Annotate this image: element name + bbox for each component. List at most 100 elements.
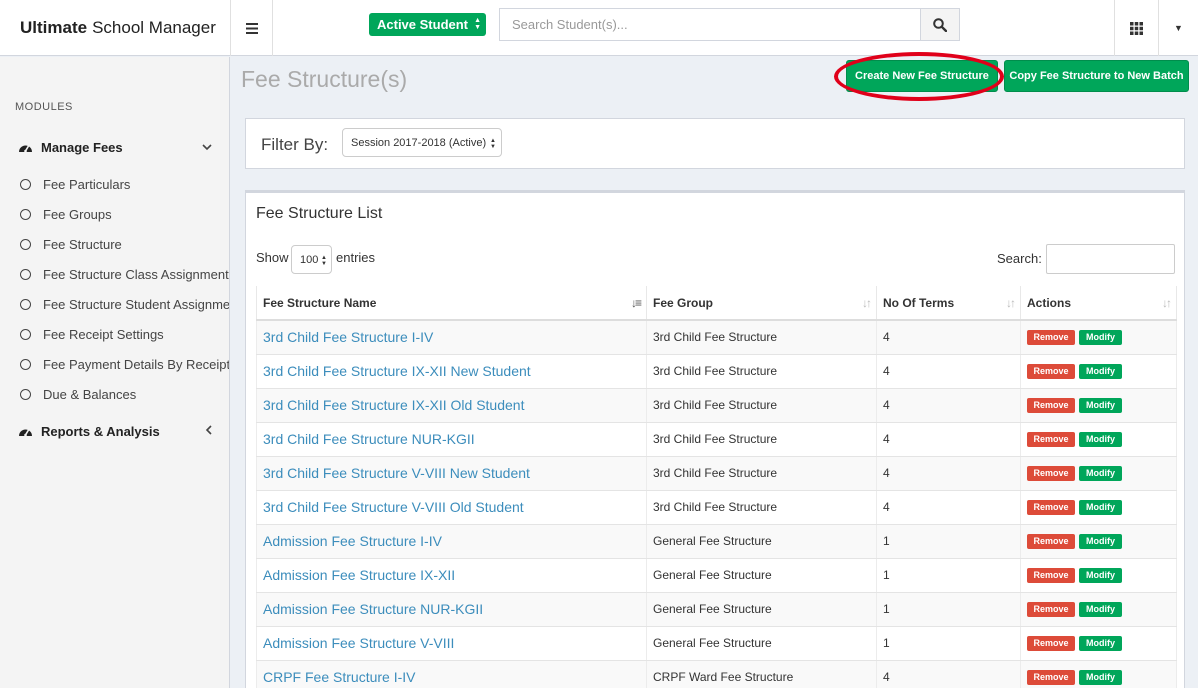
fee-structure-name-link[interactable]: 3rd Child Fee Structure V-VIII New Stude… (263, 465, 530, 481)
no-of-terms-cell: 1 (876, 524, 1021, 559)
modify-button[interactable]: Modify (1079, 465, 1122, 481)
sidebar-item-fee-particulars[interactable]: Fee Particulars (0, 169, 229, 199)
fee-group-cell: 3rd Child Fee Structure (646, 388, 877, 423)
no-of-terms-cell: 1 (876, 558, 1021, 593)
sidebar-item-label: Fee Receipt Settings (43, 326, 164, 342)
sidebar-item-manage-fees[interactable]: Manage Fees (0, 132, 229, 162)
student-search-input[interactable]: Search Student(s)... (499, 8, 921, 41)
fee-structure-name-cell: 3rd Child Fee Structure V-VIII Old Stude… (256, 490, 647, 525)
sidebar-item-fee-structure-class-assignment[interactable]: Fee Structure Class Assignment (0, 259, 229, 289)
fee-structure-name-link[interactable]: 3rd Child Fee Structure NUR-KGII (263, 431, 475, 447)
fee-structure-name-link[interactable]: 3rd Child Fee Structure I-IV (263, 329, 433, 345)
remove-button[interactable]: Remove (1027, 601, 1075, 617)
show-label: Show (256, 250, 289, 265)
copy-fee-structure-button[interactable]: Copy Fee Structure to New Batch (1004, 60, 1189, 92)
fee-structure-name-cell: CRPF Fee Structure I-IV (256, 660, 647, 688)
filter-label: Filter By: (261, 135, 329, 154)
remove-button[interactable]: Remove (1027, 567, 1075, 583)
fee-structure-name-link[interactable]: Admission Fee Structure NUR-KGII (263, 601, 483, 617)
actions-cell: Remove Modify (1020, 592, 1177, 627)
table-search-input[interactable] (1046, 244, 1175, 274)
entries-per-page-select[interactable]: 100 ▲ ▼ (291, 245, 332, 274)
sidebar-item-fee-payment-details[interactable]: Fee Payment Details By Receipt No (0, 349, 230, 379)
list-title: Fee Structure List (256, 205, 383, 222)
circle-icon (20, 388, 31, 400)
remove-button[interactable]: Remove (1027, 533, 1075, 549)
remove-button[interactable]: Remove (1027, 363, 1075, 379)
fee-structure-name-link[interactable]: 3rd Child Fee Structure IX-XII New Stude… (263, 363, 531, 379)
sort-ascending-icon: ↓≡ (630, 296, 642, 310)
table-row: 3rd Child Fee Structure IX-XII New Stude… (256, 354, 1177, 389)
actions-cell: Remove Modify (1020, 524, 1177, 559)
remove-button[interactable]: Remove (1027, 669, 1075, 685)
sort-icon: ↓↑ (862, 296, 872, 310)
brand-bold: Ultimate (20, 18, 88, 37)
fee-structure-name-link[interactable]: 3rd Child Fee Structure V-VIII Old Stude… (263, 499, 524, 515)
circle-icon (20, 358, 31, 370)
modify-button[interactable]: Modify (1079, 533, 1122, 549)
user-menu-dropdown[interactable]: ▼ (1159, 0, 1198, 56)
sidebar-item-label: Fee Groups (43, 206, 112, 222)
hamburger-icon (245, 22, 258, 34)
remove-button[interactable]: Remove (1027, 431, 1075, 447)
caret-down-icon: ▼ (1174, 23, 1183, 33)
circle-icon (20, 208, 31, 220)
sidebar-item-label: Fee Payment Details By Receipt No (43, 356, 230, 372)
actions-cell: Remove Modify (1020, 320, 1177, 355)
modify-button[interactable]: Modify (1079, 397, 1122, 413)
create-new-fee-structure-button[interactable]: Create New Fee Structure (846, 60, 998, 92)
modify-button[interactable]: Modify (1079, 635, 1122, 651)
fee-structure-name-link[interactable]: CRPF Fee Structure I-IV (263, 669, 415, 685)
fee-group-cell: 3rd Child Fee Structure (646, 422, 877, 457)
remove-button[interactable]: Remove (1027, 397, 1075, 413)
brand-rest: School Manager (92, 18, 216, 37)
fee-structure-name-link[interactable]: Admission Fee Structure I-IV (263, 533, 442, 549)
fee-structure-table: Fee Structure Name ↓≡ Fee Group ↓↑ No Of… (256, 286, 1177, 688)
no-of-terms-cell: 4 (876, 422, 1021, 457)
actions-cell: Remove Modify (1020, 422, 1177, 457)
app-logo[interactable]: Ultimate School Manager (0, 0, 230, 56)
student-status-select[interactable]: Active Student ▲ ▼ (369, 13, 486, 36)
remove-button[interactable]: Remove (1027, 465, 1075, 481)
table-row: Admission Fee Structure I-IV General Fee … (256, 524, 1177, 559)
fee-structure-name-cell: 3rd Child Fee Structure NUR-KGII (256, 422, 647, 457)
table-row: Admission Fee Structure IX-XII General Fe… (256, 558, 1177, 593)
actions-cell: Remove Modify (1020, 660, 1177, 688)
table-row: 3rd Child Fee Structure V-VIII Old Stude… (256, 490, 1177, 525)
fee-structure-name-link[interactable]: Admission Fee Structure V-VIII (263, 635, 454, 651)
modify-button[interactable]: Modify (1079, 601, 1122, 617)
column-header-no-of-terms[interactable]: No Of Terms ↓↑ (876, 286, 1021, 321)
sidebar-item-fee-receipt-settings[interactable]: Fee Receipt Settings (0, 319, 229, 349)
remove-button[interactable]: Remove (1027, 499, 1075, 515)
no-of-terms-cell: 1 (876, 592, 1021, 627)
sidebar-item-fee-structure-student-assignment[interactable]: Fee Structure Student Assignment (0, 289, 229, 319)
column-header-fee-group[interactable]: Fee Group ↓↑ (646, 286, 877, 321)
sidebar-item-fee-groups[interactable]: Fee Groups (0, 199, 229, 229)
page-title: Fee Structure(s) (241, 66, 408, 92)
fee-structure-name-link[interactable]: Admission Fee Structure IX-XII (263, 567, 455, 583)
chevron-left-icon (205, 424, 212, 438)
remove-button[interactable]: Remove (1027, 329, 1075, 345)
modify-button[interactable]: Modify (1079, 431, 1122, 447)
sidebar-item-fee-structure[interactable]: Fee Structure (0, 229, 229, 259)
sidebar-item-reports-analysis[interactable]: Reports & Analysis (0, 416, 229, 446)
sidebar-toggle-button[interactable] (230, 0, 273, 56)
dashboard-gauge-icon (18, 141, 34, 153)
search-button[interactable] (920, 8, 960, 41)
column-header-actions[interactable]: Actions ↓↑ (1020, 286, 1177, 321)
modify-button[interactable]: Modify (1079, 669, 1122, 685)
fee-structure-name-link[interactable]: 3rd Child Fee Structure IX-XII Old Stude… (263, 397, 524, 413)
sidebar-item-label: Reports & Analysis (41, 423, 160, 439)
modify-button[interactable]: Modify (1079, 329, 1122, 345)
sidebar-item-due-balances[interactable]: Due & Balances (0, 379, 229, 409)
sidebar-item-label: Due & Balances (43, 386, 137, 402)
fee-structure-name-cell: Admission Fee Structure NUR-KGII (256, 592, 647, 627)
modify-button[interactable]: Modify (1079, 363, 1122, 379)
modify-button[interactable]: Modify (1079, 499, 1122, 515)
column-header-fee-structure-name[interactable]: Fee Structure Name ↓≡ (256, 286, 647, 321)
apps-menu-button[interactable] (1114, 0, 1159, 56)
modify-button[interactable]: Modify (1079, 567, 1122, 583)
select-arrows-icon: ▲ ▼ (321, 255, 327, 267)
session-select[interactable]: Session 2017-2018 (Active) ▲ ▼ (342, 128, 502, 157)
remove-button[interactable]: Remove (1027, 635, 1075, 651)
